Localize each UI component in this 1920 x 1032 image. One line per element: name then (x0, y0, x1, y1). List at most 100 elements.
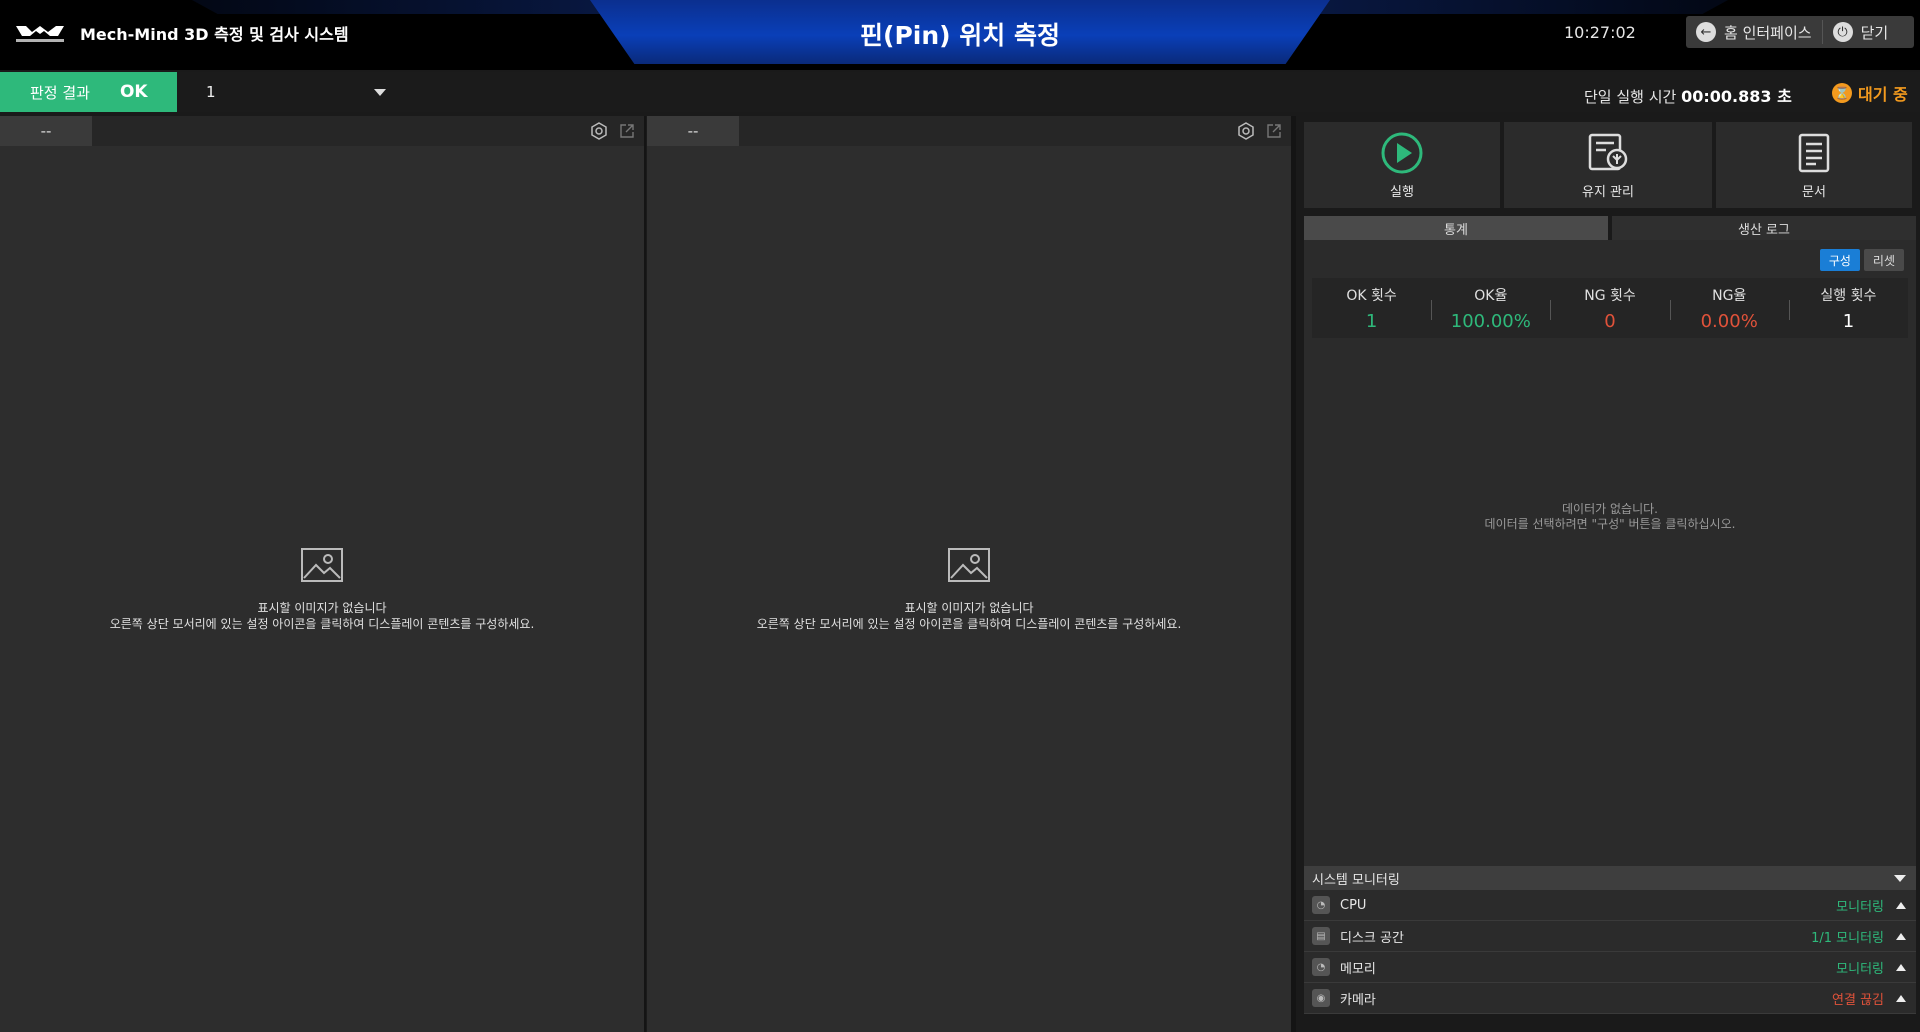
chevron-up-icon (1896, 901, 1906, 909)
viewer-header: -- (647, 116, 1291, 146)
panel-tabs: 통계 생산 로그 (1304, 216, 1916, 240)
viewer-tab[interactable]: -- (647, 116, 739, 146)
monitor-status: 1/1 모니터링 (1811, 930, 1884, 946)
monitor-status: 모니터링 (1836, 899, 1884, 915)
document-label: 문서 (1802, 184, 1826, 200)
verdict-label: 판정 결과 (30, 83, 90, 102)
runtime-label: 단일 실행 시간 (1584, 88, 1677, 106)
no-data-message: 데이터가 없습니다. 데이터를 선택하려면 "구성" 버튼을 클릭하십시오. (1304, 502, 1916, 532)
reset-button[interactable]: 리셋 (1863, 249, 1904, 271)
maintenance-icon (1588, 133, 1628, 170)
stat-value: 0.00% (1700, 310, 1758, 332)
stat-value: 1 (1842, 310, 1855, 332)
no-data-hint: 데이터를 선택하려면 "구성" 버튼을 클릭하십시오. (1484, 517, 1736, 531)
monitor-name: 디스크 공간 (1340, 930, 1404, 946)
monitor-status: 모니터링 (1836, 961, 1884, 977)
image-placeholder-icon (948, 548, 990, 582)
system-monitor-header[interactable]: 시스템 모니터링 (1304, 866, 1916, 890)
tool-buttons: 실행 유지 관리 문서 (1304, 122, 1916, 208)
top-button-group: ← 홈 인터페이스 ⏻ 닫기 (1686, 16, 1914, 48)
empty-state: 표시할 이미지가 없습니다 오른쪽 상단 모서리에 있는 설정 아이콘을 클릭하… (0, 548, 644, 632)
close-label: 닫기 (1860, 23, 1889, 42)
settings-icon[interactable] (1237, 122, 1255, 140)
settings-icon[interactable] (590, 122, 608, 140)
run-state-label: 대기 중 (1858, 85, 1908, 104)
stat-value: 0 (1604, 310, 1616, 332)
chevron-up-icon (1896, 963, 1906, 971)
tab-production-log[interactable]: 생산 로그 (1612, 216, 1916, 240)
image-placeholder-icon (301, 548, 343, 582)
home-interface-button[interactable]: ← 홈 인터페이스 (1686, 16, 1822, 48)
solution-selector-value: 1 (206, 83, 216, 101)
statistics-panel: 구성 리셋 OK 횟수 1 OK율 100.00% NG 횟수 0 NG율 0.… (1304, 240, 1916, 970)
tab-statistics[interactable]: 통계 (1304, 216, 1608, 240)
stat-header: NG율 (1712, 287, 1747, 304)
chevron-up-icon (1896, 932, 1906, 940)
gauge-icon: ◔ (1312, 896, 1330, 914)
open-external-icon[interactable] (618, 122, 636, 140)
stats-summary: OK 횟수 1 OK율 100.00% NG 횟수 0 NG율 0.00% 실행… (1312, 278, 1908, 338)
home-interface-label: 홈 인터페이스 (1724, 23, 1812, 42)
stat-header: OK율 (1474, 287, 1508, 304)
empty-title: 표시할 이미지가 없습니다 (904, 601, 1034, 615)
viewer-divider (644, 116, 646, 1032)
monitor-name: CPU (1340, 897, 1367, 913)
empty-title: 표시할 이미지가 없습니다 (257, 601, 387, 615)
memory-icon: ◔ (1312, 958, 1330, 976)
monitor-row-camera[interactable]: ◉ 카메라 연결 끊김 (1304, 983, 1916, 1014)
stat-value: 1 (1365, 310, 1378, 332)
play-icon (1381, 132, 1423, 173)
close-button[interactable]: ⏻ 닫기 (1823, 16, 1899, 48)
image-viewer-1: -- 표시할 이미지가 없습니다 오른쪽 상단 모서리에 있는 설정 아이콘을 … (0, 116, 644, 1032)
system-monitor-title: 시스템 모니터링 (1312, 872, 1400, 888)
hourglass-icon: ⌛ (1832, 83, 1852, 103)
stats-actions: 구성 리셋 (1819, 249, 1904, 271)
stat-ng-count: NG 횟수 0 (1550, 278, 1669, 338)
banner-decoration-right (1280, 0, 1728, 14)
power-icon: ⏻ (1832, 22, 1853, 42)
stat-ok-count: OK 횟수 1 (1312, 278, 1431, 338)
monitor-name: 카메라 (1340, 992, 1376, 1008)
title-bar: Mech-Mind 3D 측정 및 검사 시스템 핀(Pin) 위치 측정 10… (0, 0, 1920, 70)
chevron-down-icon (1894, 874, 1906, 882)
viewer-header: -- (0, 116, 644, 146)
open-external-icon[interactable] (1265, 122, 1283, 140)
chevron-down-icon (374, 88, 386, 96)
chevron-up-icon (1896, 994, 1906, 1002)
right-panel: 실행 유지 관리 문서 통계 생산 로그 구성 리셋 OK 횟수 1 OK율 1… (1296, 116, 1920, 1032)
viewer-tab[interactable]: -- (0, 116, 92, 146)
maintenance-button[interactable]: 유지 관리 (1504, 122, 1712, 208)
stat-run-count: 실행 횟수 1 (1788, 278, 1908, 338)
monitor-name: 메모리 (1340, 961, 1376, 977)
banner-decoration-left (192, 0, 640, 14)
monitor-row-memory[interactable]: ◔ 메모리 모니터링 (1304, 952, 1916, 983)
configure-button[interactable]: 구성 (1819, 249, 1860, 271)
stat-ok-rate: OK율 100.00% (1431, 278, 1550, 338)
maintenance-label: 유지 관리 (1582, 184, 1634, 200)
stat-ng-rate: NG율 0.00% (1669, 278, 1789, 338)
no-data-title: 데이터가 없습니다. (1562, 502, 1658, 516)
runtime-display: 단일 실행 시간 00:00.883 초 (1584, 83, 1792, 107)
monitor-row-cpu[interactable]: ◔ CPU 모니터링 (1304, 890, 1916, 921)
stat-header: 실행 횟수 (1820, 287, 1877, 304)
empty-state: 표시할 이미지가 없습니다 오른쪽 상단 모서리에 있는 설정 아이콘을 클릭하… (647, 548, 1291, 632)
clock: 10:27:02 (1564, 23, 1636, 42)
solution-selector[interactable]: 1 (206, 81, 386, 103)
runtime-value: 00:00.883 초 (1681, 87, 1792, 106)
monitor-row-disk[interactable]: ▤ 디스크 공간 1/1 모니터링 (1304, 921, 1916, 952)
monitor-status: 연결 끊김 (1832, 992, 1884, 1008)
back-arrow-icon: ← (1696, 22, 1716, 42)
document-button[interactable]: 문서 (1716, 122, 1912, 208)
status-bar: 판정 결과 OK 1 단일 실행 시간 00:00.883 초 ⌛ 대기 중 (0, 72, 1920, 112)
camera-icon: ◉ (1312, 989, 1330, 1007)
document-icon (1798, 133, 1830, 172)
disk-icon: ▤ (1312, 927, 1330, 945)
verdict-value: OK (119, 82, 148, 102)
empty-hint: 오른쪽 상단 모서리에 있는 설정 아이콘을 클릭하여 디스플레이 콘텐츠를 구… (756, 617, 1182, 631)
verdict-badge: 판정 결과 OK (0, 72, 177, 112)
run-label: 실행 (1390, 184, 1414, 200)
run-button[interactable]: 실행 (1304, 122, 1500, 208)
run-state: ⌛ 대기 중 (1832, 81, 1908, 105)
empty-hint: 오른쪽 상단 모서리에 있는 설정 아이콘을 클릭하여 디스플레이 콘텐츠를 구… (109, 617, 535, 631)
system-monitor: 시스템 모니터링 ◔ CPU 모니터링 ▤ 디스크 공간 1/1 모니터링 ◔ … (1304, 866, 1916, 1032)
